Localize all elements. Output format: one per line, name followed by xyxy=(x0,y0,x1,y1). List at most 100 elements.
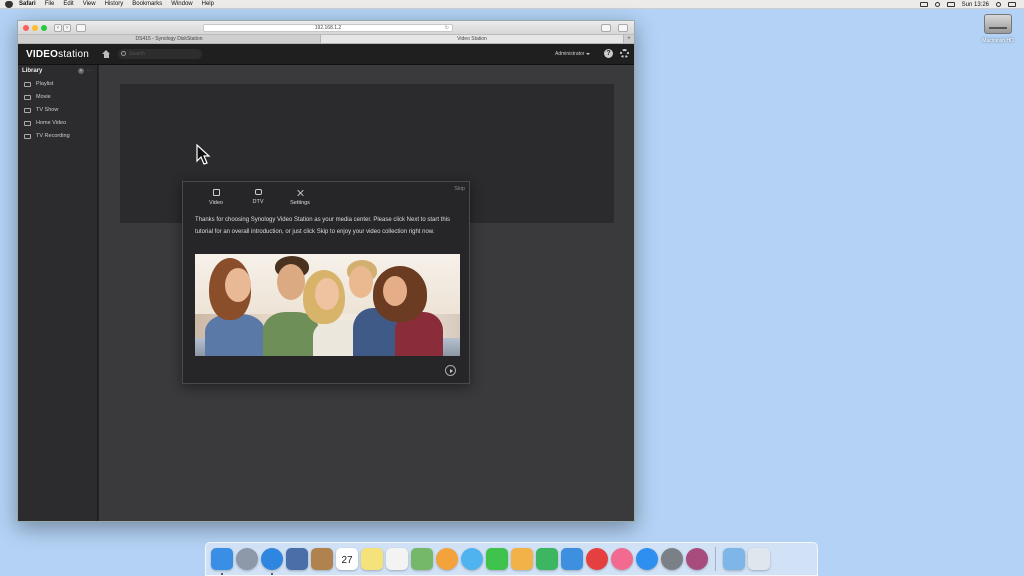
video-icon xyxy=(212,189,220,196)
safari-icon[interactable] xyxy=(261,548,283,575)
tab-video-label: Video xyxy=(209,200,223,206)
video-station-logo: VIDEOstation xyxy=(26,49,89,60)
photo-booth-icon[interactable] xyxy=(686,548,708,570)
tab-video[interactable]: Video xyxy=(198,189,234,206)
share-icon[interactable] xyxy=(601,24,611,32)
menu-window[interactable]: Window xyxy=(171,1,192,7)
zoom-window-button[interactable] xyxy=(41,25,47,31)
reminders-icon[interactable] xyxy=(386,548,408,570)
menu-history[interactable]: History xyxy=(105,1,124,7)
tab-dtv-label: DTV xyxy=(252,199,264,205)
add-library-button[interactable]: + xyxy=(78,68,84,74)
spotlight-icon[interactable] xyxy=(996,2,1001,7)
tab-diskstation[interactable]: DS415 - Synology DiskStation xyxy=(18,35,321,43)
maps-icon[interactable] xyxy=(411,548,433,570)
tutorial-photo xyxy=(195,254,460,356)
playlist-icon xyxy=(24,81,31,87)
forward-button[interactable]: › xyxy=(63,24,71,32)
sidebar-item-movie[interactable]: Movie xyxy=(24,92,51,102)
numbers-icon[interactable] xyxy=(536,548,558,570)
keynote-icon[interactable] xyxy=(561,548,583,570)
photo-viewer-icon[interactable] xyxy=(286,548,308,570)
search-icon xyxy=(121,51,126,56)
menu-help[interactable]: Help xyxy=(202,1,214,7)
sidebar-item-tv-recording[interactable]: TV Recording xyxy=(24,131,70,141)
downloads-folder-icon[interactable] xyxy=(723,548,745,570)
home-icon[interactable] xyxy=(102,50,111,58)
sidebar-toggle-icon[interactable] xyxy=(76,24,86,32)
library-actions: + ⋯ xyxy=(78,68,92,74)
tab-settings-label: Settings xyxy=(290,200,310,206)
search-input[interactable] xyxy=(129,50,199,58)
menu-file[interactable]: File xyxy=(45,1,55,7)
chevron-down-icon xyxy=(586,52,591,55)
menu-extras: Sun 13:26 xyxy=(919,0,1016,9)
next-button[interactable] xyxy=(445,365,456,376)
tv-recording-icon xyxy=(24,133,31,139)
back-button[interactable]: ‹ xyxy=(54,24,62,32)
tab-dtv[interactable]: DTV xyxy=(240,189,276,205)
window-controls xyxy=(23,25,47,31)
more-options-icon[interactable]: ⋯ xyxy=(87,68,92,74)
menu-bar: Safari File Edit View History Bookmarks … xyxy=(0,0,1024,9)
menu-app-name[interactable]: Safari xyxy=(19,1,36,7)
app-store-icon[interactable] xyxy=(636,548,658,570)
tv-show-icon xyxy=(24,107,31,113)
calendar-icon[interactable]: 27 xyxy=(336,548,358,570)
tabs-overview-icon[interactable] xyxy=(618,24,628,32)
news-icon[interactable] xyxy=(586,548,608,570)
airplay-icon[interactable] xyxy=(919,2,928,7)
facetime-icon[interactable] xyxy=(486,548,508,570)
hard-drive-icon[interactable] xyxy=(984,14,1012,34)
skip-button[interactable]: Skip xyxy=(454,186,465,192)
help-icon[interactable]: ? xyxy=(604,49,613,58)
address-bar[interactable]: 192.168.1.2 ↻ xyxy=(203,24,453,32)
tutorial-dialog: Skip Video DTV Settings Thanks for choos… xyxy=(182,181,470,384)
tab-bar: DS415 - Synology DiskStation Video Stati… xyxy=(18,35,634,44)
trash-icon[interactable] xyxy=(748,548,770,570)
library-heading: Library xyxy=(22,68,43,74)
launchpad-icon[interactable] xyxy=(236,548,258,570)
contacts-icon[interactable] xyxy=(311,548,333,570)
dock: 27 xyxy=(205,542,818,576)
messages-icon[interactable] xyxy=(461,548,483,570)
calendar-day: 27 xyxy=(341,555,353,566)
finder-icon[interactable] xyxy=(211,548,233,575)
notes-icon[interactable] xyxy=(361,548,383,570)
sidebar-item-label: Playlist xyxy=(36,81,54,87)
sidebar-item-label: Home Video xyxy=(36,120,67,126)
tutorial-text: Thanks for choosing Synology Video Stati… xyxy=(195,217,451,235)
battery-icon[interactable] xyxy=(946,2,955,7)
tab-video-station[interactable]: Video Station xyxy=(321,35,624,43)
gear-icon[interactable] xyxy=(620,49,629,58)
user-menu[interactable]: Administrator xyxy=(555,51,591,57)
search-box[interactable] xyxy=(118,49,202,59)
menu-clock[interactable]: Sun 13:26 xyxy=(962,2,989,8)
menu-edit[interactable]: Edit xyxy=(63,1,73,7)
close-window-button[interactable] xyxy=(23,25,29,31)
tab-settings[interactable]: Settings xyxy=(282,189,318,206)
itunes-icon[interactable] xyxy=(611,548,633,570)
photos-icon[interactable] xyxy=(436,548,458,570)
sidebar-item-home-video[interactable]: Home Video xyxy=(24,118,66,128)
sidebar-item-tv-show[interactable]: TV Show xyxy=(24,105,58,115)
notification-center-icon[interactable] xyxy=(1008,2,1016,7)
new-tab-button[interactable]: + xyxy=(624,35,634,43)
minimize-window-button[interactable] xyxy=(32,25,38,31)
movie-icon xyxy=(24,94,31,100)
menu-view[interactable]: View xyxy=(83,1,96,7)
menu-bookmarks[interactable]: Bookmarks xyxy=(132,1,162,7)
hard-drive-label: Macintosh HD xyxy=(982,38,1014,44)
reload-icon[interactable]: ↻ xyxy=(445,25,449,32)
sidebar-item-playlist[interactable]: Playlist xyxy=(24,79,53,89)
video-station-header: VIDEOstation Administrator ? xyxy=(18,44,634,65)
sidebar-item-label: TV Show xyxy=(36,107,59,113)
settings-icon xyxy=(297,189,304,196)
wifi-icon[interactable] xyxy=(934,2,940,7)
pages-icon[interactable] xyxy=(511,548,533,570)
system-preferences-icon[interactable] xyxy=(661,548,683,570)
home-video-icon xyxy=(24,120,31,126)
apple-menu-icon[interactable] xyxy=(5,0,13,8)
sidebar-item-label: TV Recording xyxy=(36,133,70,139)
browser-toolbar: ‹ › 192.168.1.2 ↻ xyxy=(18,21,634,35)
